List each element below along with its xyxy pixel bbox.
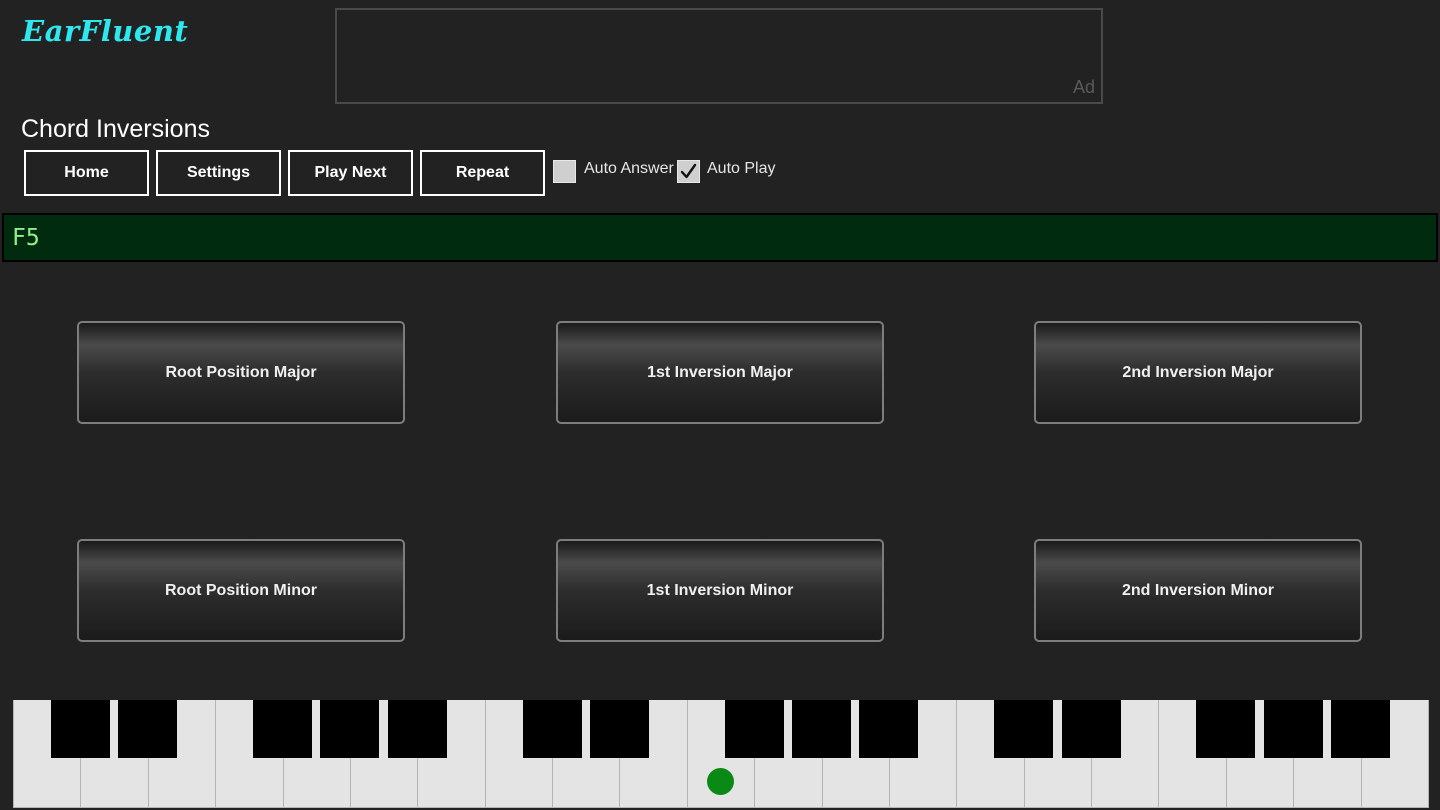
auto-answer-checkbox[interactable] — [553, 160, 576, 183]
black-key[interactable] — [859, 700, 919, 758]
answer-label: 1st Inversion Minor — [646, 581, 794, 599]
note-display: F5 — [2, 213, 1438, 262]
root-position-major-button[interactable]: Root Position Major — [77, 321, 405, 424]
first-inversion-minor-button[interactable]: 1st Inversion Minor — [556, 539, 884, 642]
auto-answer-label: Auto Answer — [584, 160, 674, 177]
second-inversion-major-button[interactable]: 2nd Inversion Major — [1034, 321, 1362, 424]
page-title: Chord Inversions — [21, 115, 210, 143]
first-inversion-major-button[interactable]: 1st Inversion Major — [556, 321, 884, 424]
ad-banner[interactable]: Ad — [335, 8, 1103, 104]
black-key[interactable] — [1196, 700, 1256, 758]
home-button[interactable]: Home — [24, 150, 149, 196]
black-key[interactable] — [1061, 700, 1121, 758]
played-note-marker — [707, 768, 734, 795]
black-key[interactable] — [1263, 700, 1323, 758]
black-key[interactable] — [253, 700, 313, 758]
auto-play-checkbox[interactable] — [677, 160, 700, 183]
answer-label: Root Position Minor — [165, 581, 317, 599]
piano-keyboard[interactable] — [13, 700, 1429, 810]
root-position-minor-button[interactable]: Root Position Minor — [77, 539, 405, 642]
answer-label: Root Position Major — [165, 363, 317, 381]
black-key[interactable] — [994, 700, 1054, 758]
auto-play-label: Auto Play — [707, 160, 776, 177]
answer-label: 2nd Inversion Major — [1122, 363, 1274, 381]
second-inversion-minor-button[interactable]: 2nd Inversion Minor — [1034, 539, 1362, 642]
black-key[interactable] — [118, 700, 178, 758]
settings-button[interactable]: Settings — [156, 150, 281, 196]
note-display-text: F5 — [12, 225, 40, 251]
black-key[interactable] — [792, 700, 852, 758]
ad-label: Ad — [1072, 77, 1095, 97]
black-key[interactable] — [1331, 700, 1391, 758]
black-key[interactable] — [589, 700, 649, 758]
repeat-button[interactable]: Repeat — [420, 150, 545, 196]
black-key[interactable] — [724, 700, 784, 758]
black-key[interactable] — [320, 700, 380, 758]
black-key[interactable] — [522, 700, 582, 758]
app-logo: EarFluent — [22, 14, 189, 48]
black-key[interactable] — [387, 700, 447, 758]
black-key[interactable] — [50, 700, 110, 758]
play-next-button[interactable]: Play Next — [288, 150, 413, 196]
answer-label: 1st Inversion Major — [647, 363, 793, 381]
answer-label: 2nd Inversion Minor — [1121, 581, 1274, 599]
checkmark-icon — [680, 163, 697, 179]
